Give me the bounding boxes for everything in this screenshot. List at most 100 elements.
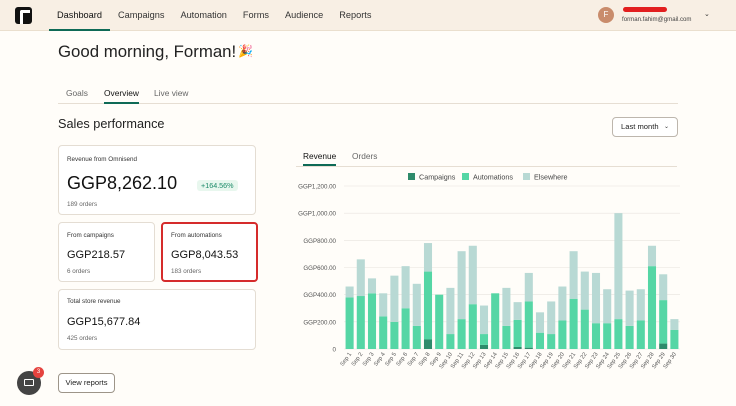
bar-elsewhere xyxy=(479,305,489,335)
tab-live-view[interactable]: Live view xyxy=(154,88,188,98)
bar-elsewhere xyxy=(468,245,477,305)
revenue-omnisend-card: Revenue from Omnisend GGP8,262.10 +164.5… xyxy=(58,145,256,215)
bar-elsewhere xyxy=(367,278,377,294)
period-select[interactable]: Last month ⌄ xyxy=(612,117,678,137)
nav-campaigns[interactable]: Campaigns xyxy=(110,0,172,31)
bar-campaigns xyxy=(479,344,489,349)
bar-automations xyxy=(591,323,601,349)
user-menu[interactable]: F forman.fahim@gmail.com xyxy=(598,7,716,24)
bar-automations xyxy=(435,294,444,349)
bar-elsewhere xyxy=(502,287,511,326)
card-label: From automations xyxy=(171,232,222,239)
bar-automations xyxy=(468,304,477,349)
legend-label: Automations xyxy=(473,173,513,182)
period-value: Last month xyxy=(621,122,659,131)
card-orders: 189 orders xyxy=(67,201,98,208)
top-navigation: Dashboard Campaigns Automation Forms Aud… xyxy=(0,0,736,31)
user-email: forman.fahim@gmail.com xyxy=(622,16,692,23)
chevron-down-icon[interactable]: ⌄ xyxy=(704,10,710,18)
bar-elsewhere xyxy=(614,213,623,320)
sales-performance-title: Sales performance xyxy=(58,117,165,131)
y-tick-label: 0 xyxy=(333,347,337,354)
card-value: GGP8,043.53 xyxy=(171,249,239,261)
tab-overview[interactable]: Overview xyxy=(104,88,139,104)
bar-elsewhere xyxy=(670,319,679,330)
bar-automations xyxy=(513,319,522,347)
dashboard-tabs: Goals Overview Live view xyxy=(58,84,678,104)
card-value: GGP218.57 xyxy=(67,249,126,261)
change-badge: +164.56% xyxy=(197,180,238,191)
bar-elsewhere xyxy=(569,251,578,299)
bar-elsewhere xyxy=(558,286,567,321)
bar-elsewhere xyxy=(591,272,601,324)
nav-audience[interactable]: Audience xyxy=(277,0,331,31)
redacted-name xyxy=(623,7,667,12)
chart-tabs: Revenue Orders xyxy=(296,151,677,167)
bar-automations xyxy=(412,325,421,349)
avatar[interactable]: F xyxy=(598,7,614,23)
bar-elsewhere xyxy=(390,275,399,322)
tab-revenue[interactable]: Revenue xyxy=(303,151,337,166)
store-revenue-card: Total store revenue GGP15,677.84 425 ord… xyxy=(58,289,256,350)
bar-elsewhere xyxy=(446,287,455,335)
bar-elsewhere xyxy=(412,283,421,326)
omnisend-logo-icon[interactable] xyxy=(15,7,32,24)
bar-elsewhere xyxy=(659,274,668,301)
tab-goals[interactable]: Goals xyxy=(66,88,88,98)
bar-campaigns xyxy=(524,347,533,349)
bar-automations xyxy=(524,301,533,348)
bar-elsewhere xyxy=(636,289,645,321)
bar-automations xyxy=(647,266,657,349)
bar-elsewhere xyxy=(345,286,354,298)
notification-badge: 3 xyxy=(33,367,44,378)
bar-campaigns xyxy=(513,346,522,349)
bar-automations xyxy=(401,308,410,349)
bar-automations xyxy=(636,320,645,349)
bar-elsewhere xyxy=(524,272,533,302)
y-tick-label: GGP1,000.00 xyxy=(298,211,336,218)
legend-swatch xyxy=(408,173,415,180)
bar-automations xyxy=(423,271,433,340)
party-popper-icon: 🎉 xyxy=(238,44,253,58)
bar-automations xyxy=(670,329,679,349)
card-orders: 425 orders xyxy=(67,335,98,342)
chevron-down-icon: ⌄ xyxy=(663,124,669,130)
bar-automations xyxy=(390,321,399,349)
bar-automations xyxy=(356,296,365,349)
bar-automations xyxy=(446,334,455,349)
bar-automations xyxy=(614,319,623,349)
bar-automations xyxy=(491,293,500,349)
bar-automations xyxy=(603,323,612,349)
bar-elsewhere xyxy=(401,266,410,309)
automations-card: From automations GGP8,043.53 183 orders xyxy=(161,222,258,282)
bar-elsewhere xyxy=(423,243,433,272)
tab-orders[interactable]: Orders xyxy=(352,151,377,161)
nav-reports[interactable]: Reports xyxy=(331,0,379,31)
bar-automations xyxy=(580,309,589,349)
bar-automations xyxy=(535,332,545,349)
y-tick-label: GGP800.00 xyxy=(303,238,336,245)
bar-elsewhere xyxy=(356,259,365,297)
bar-elsewhere xyxy=(547,301,556,335)
sales-chart: Campaigns Automations Elsewhere GGP1,200.00… xyxy=(298,173,680,370)
legend-swatch xyxy=(462,173,469,180)
bar-elsewhere xyxy=(603,289,612,324)
bar-automations xyxy=(569,298,578,349)
bar-campaigns xyxy=(659,343,668,349)
bar-campaigns xyxy=(423,339,433,349)
bar-automations xyxy=(558,320,567,349)
bar-automations xyxy=(479,334,489,345)
nav-dashboard[interactable]: Dashboard xyxy=(49,0,110,31)
chat-icon xyxy=(24,379,34,386)
page-title: Good morning, Forman! xyxy=(58,42,237,61)
bar-automations xyxy=(457,319,466,349)
nav-automation[interactable]: Automation xyxy=(172,0,234,31)
y-tick-label: GGP600.00 xyxy=(303,265,336,272)
nav-forms[interactable]: Forms xyxy=(235,0,277,31)
bar-automations xyxy=(502,325,511,349)
bar-elsewhere xyxy=(535,312,545,333)
card-value: GGP15,677.84 xyxy=(67,316,141,328)
legend-swatch xyxy=(523,173,530,180)
bar-automations xyxy=(345,297,354,349)
view-reports-button[interactable]: View reports xyxy=(58,373,115,393)
